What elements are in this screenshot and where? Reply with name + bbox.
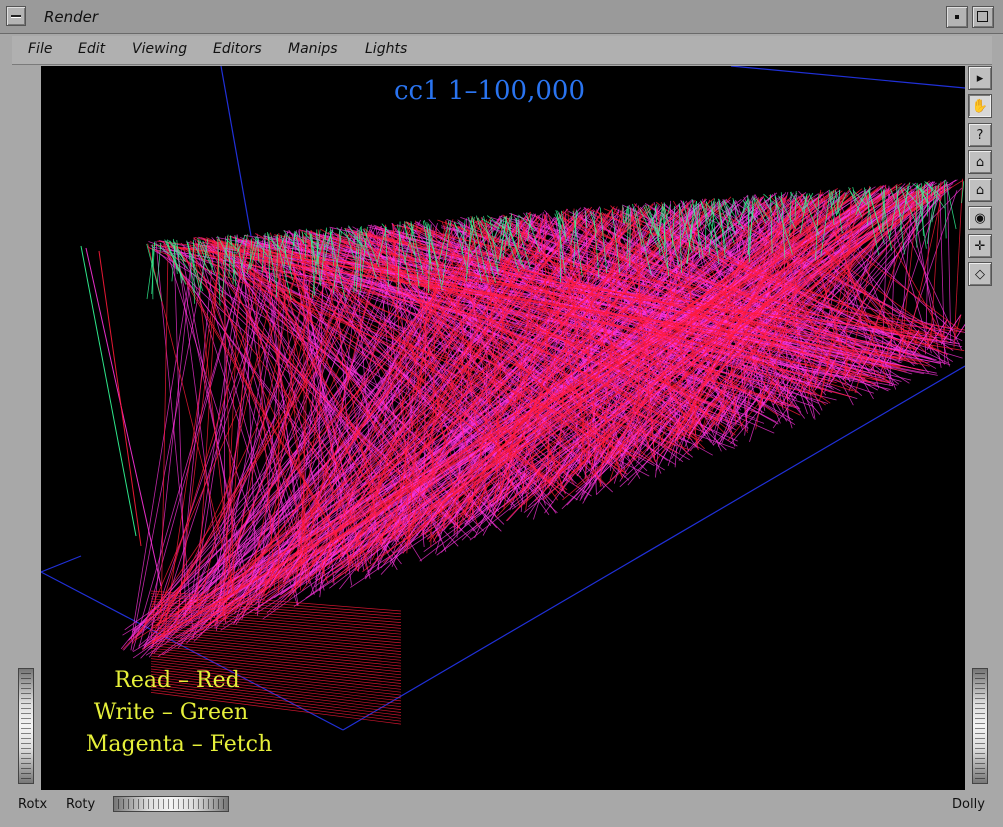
bounding-box-edge <box>730 66 965 89</box>
dolly-label: Dolly <box>952 797 985 812</box>
roty-label: Roty <box>66 797 96 812</box>
pick-arrow-icon[interactable]: ▸ <box>968 66 992 90</box>
trace-line <box>98 250 142 547</box>
menu-file[interactable]: File <box>28 41 52 57</box>
viewer-toolbar: ▸ ✋ ? ⌂ ⌂ ◉ ✛ ◇ <box>968 66 994 296</box>
trace-line <box>85 247 162 587</box>
maximize-icon[interactable] <box>972 6 994 28</box>
bounding-box-edge <box>41 555 82 573</box>
viewer-bottom-bar: Rotx Roty Dolly <box>0 792 1003 827</box>
legend-fetch: Magenta – Fetch <box>85 732 273 757</box>
menu-manips[interactable]: Manips <box>288 41 338 57</box>
perspective-icon[interactable]: ◇ <box>968 262 992 286</box>
dolly-thumbwheel[interactable] <box>972 668 988 784</box>
window-title: Render <box>44 8 99 26</box>
legend-read: Read – Red <box>114 668 240 693</box>
trace-line <box>953 178 964 348</box>
legend-write: Write – Green <box>93 700 249 725</box>
menu-lights[interactable]: Lights <box>365 41 407 57</box>
trace-line <box>80 245 137 537</box>
set-home-icon[interactable]: ⌂ <box>968 178 992 202</box>
seek-icon[interactable]: ✛ <box>968 234 992 258</box>
trace-line <box>176 239 182 284</box>
menu-editors[interactable]: Editors <box>213 41 262 57</box>
view-all-icon[interactable]: ◉ <box>968 206 992 230</box>
help-icon[interactable]: ? <box>968 123 992 147</box>
render-viewport[interactable]: cc1 1–100,000 Read – Red Write – Green M… <box>41 66 965 790</box>
window-menu-icon[interactable] <box>6 6 26 26</box>
view-hand-icon[interactable]: ✋ <box>968 94 992 118</box>
menu-edit[interactable]: Edit <box>78 41 105 57</box>
minimize-icon[interactable] <box>946 6 968 28</box>
menu-viewing[interactable]: Viewing <box>132 41 187 57</box>
bounding-box-edge <box>220 66 252 237</box>
trace-line <box>150 640 402 667</box>
rotx-label: Rotx <box>18 797 48 812</box>
rotx-thumbwheel[interactable] <box>18 668 34 784</box>
window-titlebar[interactable]: Render <box>0 0 1003 34</box>
trace-line <box>954 314 962 337</box>
trace-line <box>954 323 965 340</box>
roty-thumbwheel[interactable] <box>113 796 229 812</box>
trace-line <box>146 244 155 300</box>
menu-bar: File Edit Viewing Editors Manips Lights <box>12 36 992 65</box>
home-icon[interactable]: ⌂ <box>968 150 992 174</box>
scene-title: cc1 1–100,000 <box>394 76 585 106</box>
